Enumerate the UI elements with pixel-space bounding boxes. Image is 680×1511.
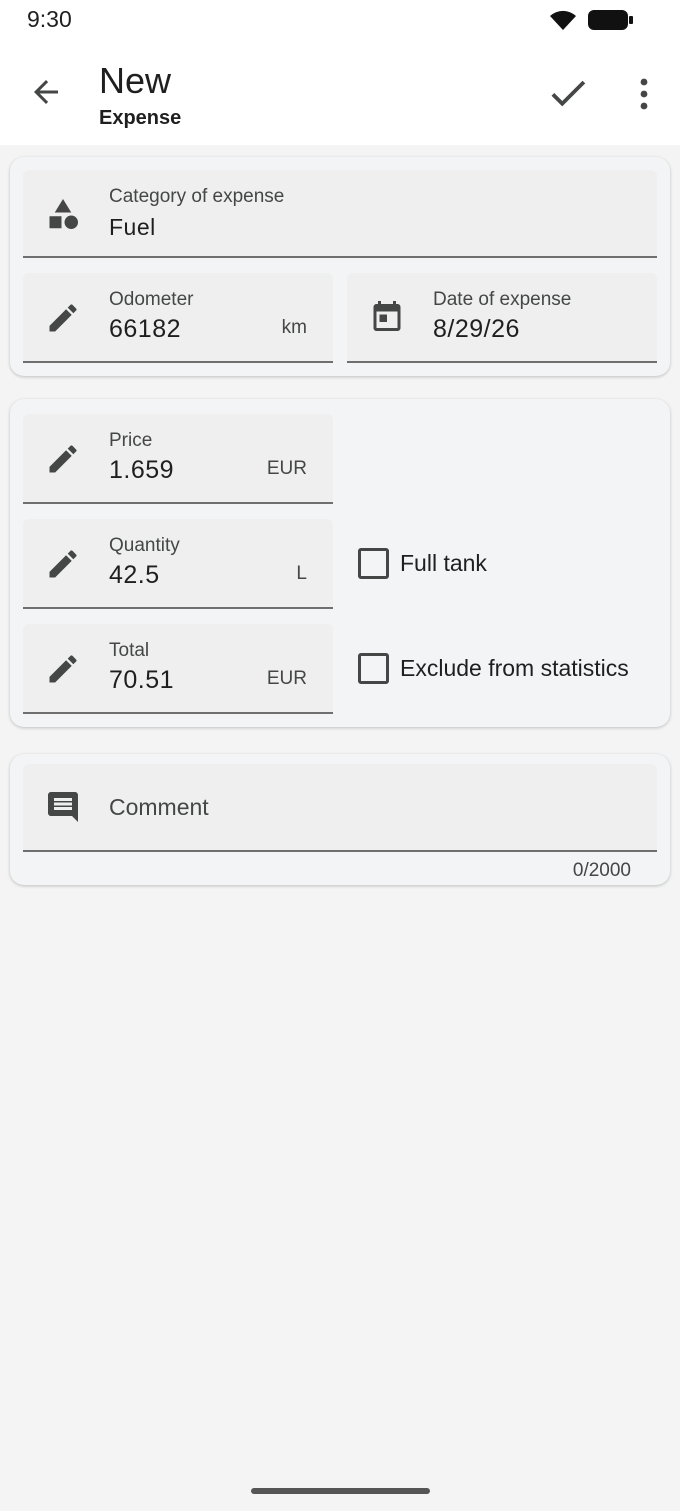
page-subtitle: Expense	[99, 107, 182, 129]
exclude-statistics-label: Exclude from statistics	[400, 655, 629, 681]
quantity-label: Quantity	[109, 535, 180, 556]
pencil-icon	[49, 550, 77, 578]
quantity-unit: L	[296, 563, 307, 584]
status-icons	[548, 8, 634, 32]
price-label: Price	[109, 430, 153, 451]
battery-icon	[588, 10, 633, 30]
comment-icon	[48, 792, 78, 822]
exclude-statistics-row[interactable]: Exclude from statistics	[358, 653, 629, 684]
wifi-icon	[550, 10, 576, 30]
category-field[interactable]: Category of expense Fuel	[23, 170, 657, 258]
comment-placeholder: Comment	[109, 794, 209, 820]
arrow-back-icon	[34, 80, 58, 104]
page-title: New	[99, 60, 172, 101]
pencil-icon	[49, 304, 77, 332]
category-label: Category of expense	[109, 186, 285, 207]
date-field[interactable]: Date of expense 8/29/26	[347, 273, 657, 363]
gesture-navigation-handle[interactable]	[251, 1488, 430, 1494]
cost-card: Price 1.659 EUR Quantity 42.5 L Total 70…	[10, 399, 670, 727]
total-field[interactable]: Total 70.51 EUR	[23, 624, 333, 714]
odometer-unit: km	[281, 317, 307, 338]
pencil-icon	[49, 655, 77, 683]
full-tank-row[interactable]: Full tank	[358, 548, 487, 579]
pencil-icon	[49, 445, 77, 473]
comment-card: Comment 0/2000	[10, 754, 670, 885]
calendar-icon	[373, 301, 401, 331]
odometer-field[interactable]: Odometer 66182 km	[23, 273, 333, 363]
total-label: Total	[109, 640, 150, 661]
status-bar: 9:30	[0, 0, 680, 44]
more-vert-icon	[640, 78, 648, 110]
app-bar: New Expense	[0, 44, 680, 145]
general-card: Category of expense Fuel Odometer 66182 …	[10, 157, 670, 376]
status-time: 9:30	[27, 6, 72, 32]
odometer-value: 66182	[109, 315, 182, 343]
date-value: 8/29/26	[433, 315, 520, 343]
check-icon	[551, 80, 586, 107]
total-value: 70.51	[109, 666, 175, 694]
more-options-button[interactable]	[628, 74, 660, 114]
category-value: Fuel	[109, 214, 156, 240]
price-field[interactable]: Price 1.659 EUR	[23, 414, 333, 504]
quantity-field[interactable]: Quantity 42.5 L	[23, 519, 333, 609]
back-button[interactable]	[28, 74, 64, 110]
exclude-statistics-checkbox[interactable]	[358, 653, 389, 684]
date-label: Date of expense	[433, 289, 572, 310]
total-unit: EUR	[266, 668, 307, 689]
comment-counter: 0/2000	[572, 860, 631, 881]
quantity-value: 42.5	[109, 561, 160, 589]
full-tank-label: Full tank	[400, 550, 487, 576]
comment-field[interactable]: Comment	[23, 764, 657, 852]
price-unit: EUR	[266, 458, 307, 479]
price-value: 1.659	[109, 456, 175, 484]
save-button[interactable]	[545, 70, 591, 116]
odometer-label: Odometer	[109, 289, 194, 310]
full-tank-checkbox[interactable]	[358, 548, 389, 579]
category-shapes-icon	[49, 199, 78, 229]
